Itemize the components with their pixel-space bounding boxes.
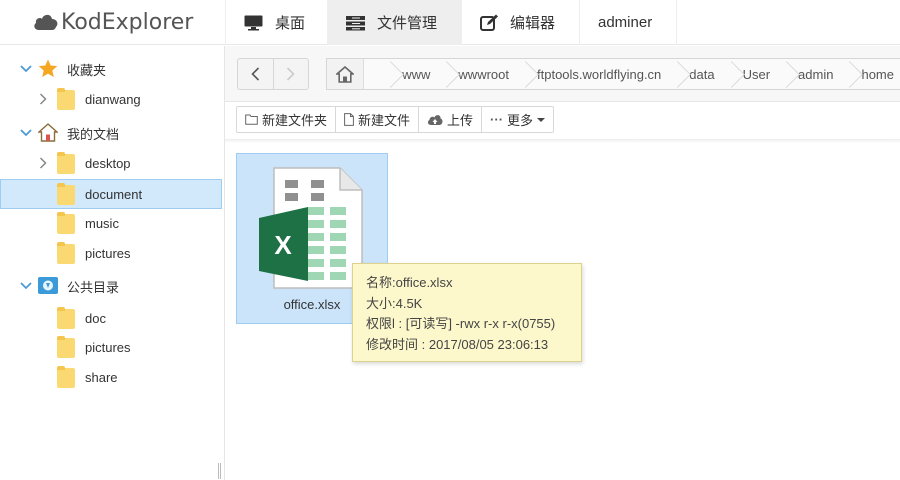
folder-icon bbox=[57, 212, 75, 234]
breadcrumb-item[interactable]: ftptools.worldflying.cn bbox=[521, 59, 673, 89]
tab-label: 编辑器 bbox=[510, 15, 556, 32]
tree-label: 我的文档 bbox=[67, 126, 120, 142]
tree-item-document[interactable]: document bbox=[0, 179, 222, 209]
folder-icon bbox=[57, 366, 75, 388]
folder-icon bbox=[57, 336, 75, 358]
more-dropdown[interactable]: ··· 更多 bbox=[481, 107, 553, 132]
button-label: 上传 bbox=[447, 113, 474, 128]
breadcrumb-item[interactable]: home bbox=[845, 59, 900, 89]
tooltip-modified-time: 修改时间 : 2017/08/05 23:06:13 bbox=[366, 336, 549, 352]
tree-item-doc[interactable]: doc bbox=[0, 303, 222, 333]
button-label: 新建文件 bbox=[358, 113, 411, 128]
cloud-icon bbox=[34, 14, 58, 30]
chevron-down-icon[interactable] bbox=[20, 127, 32, 139]
file-info-tooltip: 名称:office.xlsx 大小:4.5K 权限l : [可读写] -rwx … bbox=[352, 263, 582, 362]
cloud-upload-icon bbox=[427, 114, 443, 126]
breadcrumb-item[interactable]: wwwroot bbox=[442, 59, 521, 89]
tab-label: 文件管理 bbox=[377, 15, 438, 32]
tree-label: music bbox=[85, 215, 119, 231]
tooltip-permissions: 权限l : [可读写] -rwx r-x r-x(0755) bbox=[366, 316, 556, 331]
folder-icon bbox=[57, 307, 75, 329]
sidebar-tree: 收藏夹 dianwang 我的文档 desktop document music… bbox=[0, 46, 225, 480]
chevron-right-icon[interactable] bbox=[37, 93, 49, 105]
chevron-left-icon bbox=[251, 67, 260, 81]
breadcrumb: www wwwroot ftptools.worldflying.cn data… bbox=[326, 58, 900, 90]
tree-label: pictures bbox=[85, 339, 131, 355]
tree-label: pictures bbox=[85, 245, 131, 261]
tooltip-name: 名称:office.xlsx bbox=[366, 275, 453, 290]
tab-label: 桌面 bbox=[275, 15, 306, 32]
file-outline-icon bbox=[344, 113, 354, 126]
tooltip-size: 大小:4.5K bbox=[366, 295, 423, 311]
tree-label: desktop bbox=[85, 155, 131, 171]
resize-handle[interactable] bbox=[218, 463, 221, 479]
folder-icon bbox=[57, 183, 75, 205]
svg-text:X: X bbox=[274, 230, 292, 260]
caret-down-icon bbox=[537, 117, 546, 122]
tree-node-favorites[interactable]: 收藏夹 bbox=[0, 54, 222, 84]
folder-icon bbox=[57, 152, 75, 174]
new-file-button[interactable]: 新建文件 bbox=[335, 107, 418, 132]
breadcrumb-home[interactable] bbox=[327, 59, 364, 89]
public-folder-icon bbox=[38, 277, 58, 295]
button-label: 新建文件夹 bbox=[262, 113, 328, 128]
top-bar: KodExplorer 桌面 文件管理 编辑器 adminer bbox=[0, 0, 900, 45]
history-nav bbox=[237, 58, 309, 90]
tree-node-my-docs[interactable]: 我的文档 bbox=[0, 118, 222, 148]
tab-editor[interactable]: 编辑器 bbox=[461, 0, 579, 45]
folder-outline-icon bbox=[245, 114, 258, 125]
chevron-down-icon[interactable] bbox=[20, 63, 32, 75]
folder-icon bbox=[57, 88, 75, 110]
tree-label: document bbox=[85, 186, 143, 202]
editor-icon bbox=[480, 14, 498, 31]
tree-item-desktop[interactable]: desktop bbox=[0, 148, 222, 178]
home-icon bbox=[335, 65, 354, 83]
tree-item-share[interactable]: share bbox=[0, 362, 222, 392]
folder-icon bbox=[57, 242, 75, 264]
back-button[interactable] bbox=[238, 59, 273, 89]
file-toolbar: 新建文件夹 新建文件 上传 ··· 更多 bbox=[236, 106, 555, 133]
home-icon bbox=[37, 123, 59, 142]
tree-label: 收藏夹 bbox=[67, 62, 107, 78]
button-label: 更多 bbox=[507, 113, 534, 128]
toolbar-divider bbox=[225, 139, 900, 143]
file-manager-icon bbox=[346, 15, 365, 31]
forward-button[interactable] bbox=[272, 59, 308, 89]
tree-label: share bbox=[85, 369, 118, 385]
app-title: KodExplorer bbox=[61, 9, 194, 35]
chevron-down-icon[interactable] bbox=[20, 280, 32, 292]
tree-item-public-pictures[interactable]: pictures bbox=[0, 332, 222, 362]
tab-file-manager[interactable]: 文件管理 bbox=[327, 0, 461, 45]
tab-adminer[interactable]: adminer bbox=[579, 0, 677, 45]
tree-label: doc bbox=[85, 310, 106, 326]
tab-desktop[interactable]: 桌面 bbox=[225, 0, 327, 45]
desktop-icon bbox=[244, 15, 263, 31]
ellipsis-icon: ··· bbox=[490, 112, 504, 127]
tree-label: 公共目录 bbox=[67, 279, 120, 295]
chevron-right-icon[interactable] bbox=[37, 157, 49, 169]
tree-item-pictures[interactable]: pictures bbox=[0, 238, 222, 268]
chevron-right-icon bbox=[287, 67, 296, 81]
tree-label: dianwang bbox=[85, 91, 141, 107]
new-folder-button[interactable]: 新建文件夹 bbox=[237, 107, 335, 132]
tab-label: adminer bbox=[598, 14, 653, 31]
app-logo[interactable]: KodExplorer bbox=[33, 8, 193, 36]
path-bar: www wwwroot ftptools.worldflying.cn data… bbox=[225, 46, 900, 102]
tree-item-music[interactable]: music bbox=[0, 208, 222, 238]
upload-button[interactable]: 上传 bbox=[418, 107, 481, 132]
star-icon bbox=[38, 59, 58, 77]
tree-item-dianwang[interactable]: dianwang bbox=[0, 84, 222, 114]
tree-node-public[interactable]: 公共目录 bbox=[0, 271, 222, 301]
